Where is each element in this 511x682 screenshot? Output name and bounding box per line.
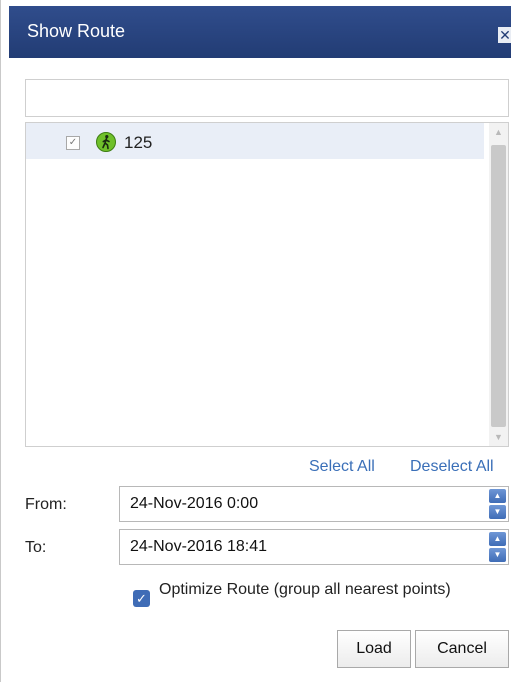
to-date-field[interactable]: 24-Nov-2016 18:41 ▲ ▼ — [119, 529, 509, 565]
search-input[interactable] — [25, 79, 509, 117]
spin-down-icon[interactable]: ▼ — [489, 505, 506, 519]
optimize-route-checkbox[interactable]: ✓ — [133, 590, 150, 607]
spin-down-icon[interactable]: ▼ — [489, 548, 506, 562]
optimize-route-label: Optimize Route (group all nearest points… — [159, 581, 451, 598]
row-checkbox[interactable]: ✓ — [66, 136, 80, 150]
list-item[interactable]: ✓ 125 — [26, 123, 484, 159]
close-icon[interactable]: ✕ — [498, 27, 511, 43]
dialog-title-bar[interactable]: Show Route ✕ — [9, 6, 511, 58]
vehicle-label: 125 — [124, 133, 153, 152]
to-spinner[interactable]: ▲ ▼ — [489, 532, 506, 562]
spin-up-icon[interactable]: ▲ — [489, 489, 506, 503]
dialog-title: Show Route — [27, 21, 126, 41]
scroll-down-icon[interactable]: ▼ — [489, 428, 508, 446]
cancel-button[interactable]: Cancel — [415, 630, 509, 668]
from-date-value: 24-Nov-2016 0:00 — [130, 495, 259, 512]
load-button[interactable]: Load — [337, 630, 411, 668]
deselect-all-link[interactable]: Deselect All — [410, 458, 494, 476]
vehicle-tree-list: ✓ 125 ▲ ▼ — [25, 122, 509, 447]
scroll-up-icon[interactable]: ▲ — [489, 123, 508, 141]
from-date-field[interactable]: 24-Nov-2016 0:00 ▲ ▼ — [119, 486, 509, 522]
show-route-dialog: Show Route ✕ ✓ 125 ▲ ▼ Select All Desele… — [0, 0, 511, 682]
spin-up-icon[interactable]: ▲ — [489, 532, 506, 546]
from-label: From: — [25, 496, 67, 513]
walking-person-icon — [96, 132, 116, 152]
tree-scrollbar[interactable]: ▲ ▼ — [489, 123, 508, 446]
from-spinner[interactable]: ▲ ▼ — [489, 489, 506, 519]
to-date-value: 24-Nov-2016 18:41 — [130, 538, 267, 555]
scroll-thumb[interactable] — [491, 145, 506, 427]
to-label: To: — [25, 539, 47, 556]
select-all-link[interactable]: Select All — [309, 458, 375, 476]
